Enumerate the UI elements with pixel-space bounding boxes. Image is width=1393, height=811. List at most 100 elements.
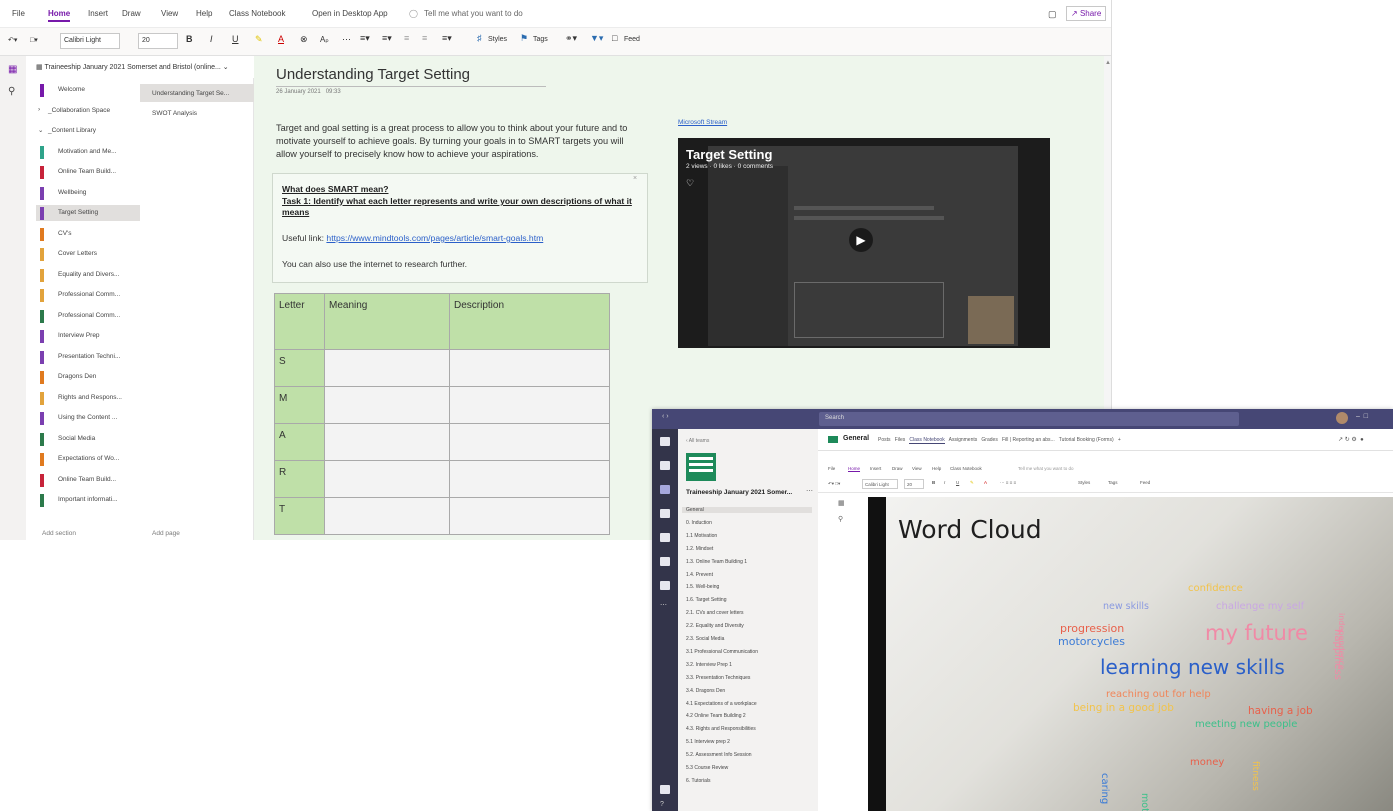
section-item[interactable]: Welcome	[36, 82, 140, 98]
tell-me-search[interactable]: Tell me what you want to do	[1018, 466, 1074, 471]
styles-icon[interactable]: ♯	[477, 33, 482, 43]
section-item[interactable]: Social Media	[36, 431, 140, 447]
section-item[interactable]: Dragons Den	[36, 369, 140, 385]
all-teams-link[interactable]: ‹ All teams	[686, 438, 709, 444]
search-icon[interactable]: ⚲	[838, 515, 843, 523]
section-item[interactable]: Wellbeing	[36, 185, 140, 201]
menu-draw[interactable]: Draw	[122, 9, 141, 18]
video-player[interactable]: Target Setting 2 views · 0 likes · 0 com…	[678, 138, 1050, 348]
heart-icon[interactable]: ♡	[686, 178, 694, 189]
tab-reporting[interactable]: Fill | Reporting an abs...	[1002, 437, 1055, 443]
more-apps-icon[interactable]: ⋯	[660, 601, 667, 609]
menu-home[interactable]: Home	[48, 9, 71, 22]
channel-item[interactable]: 1.2. Mindset	[686, 546, 713, 552]
menu-file[interactable]: File	[828, 466, 835, 471]
team-more-icon[interactable]: ⋯	[806, 487, 813, 495]
section-item[interactable]: Equality and Divers...	[36, 267, 140, 283]
section-item[interactable]: Presentation Techni...	[36, 349, 140, 365]
tags-icon[interactable]: ⚑	[520, 33, 528, 44]
align-icon[interactable]: ≡▾	[442, 33, 452, 44]
search-input[interactable]: Search	[819, 412, 1239, 426]
menu-class-notebook[interactable]: Class Notebook	[229, 9, 285, 18]
channel-item[interactable]: 5.2. Assessment Info Session	[686, 752, 752, 758]
nav-back-icon[interactable]: ‹ ›	[662, 413, 669, 420]
section-item[interactable]: Rights and Respons...	[36, 390, 140, 406]
menu-class-notebook[interactable]: Class Notebook	[950, 466, 982, 471]
letter-cell[interactable]: S	[274, 349, 325, 387]
menu-file[interactable]: File	[12, 9, 25, 18]
section-item[interactable]: Cover Letters	[36, 246, 140, 262]
font-color-icon[interactable]: A	[984, 480, 987, 485]
channel-item[interactable]: 1.5. Well-being	[686, 584, 719, 590]
dictate-icon[interactable]: ⚭▾	[565, 33, 577, 44]
notebooks-icon[interactable]: ▦	[838, 499, 845, 507]
comment-icon[interactable]: ▢	[1048, 9, 1057, 20]
menu-view[interactable]: View	[912, 466, 922, 471]
meaning-cell[interactable]	[324, 386, 450, 424]
channel-item[interactable]: 0. Induction	[686, 520, 712, 526]
font-size-select[interactable]: 20	[904, 479, 924, 489]
meaning-cell[interactable]	[324, 497, 450, 535]
search-icon[interactable]: ⚲	[8, 86, 15, 97]
italic-button[interactable]: I	[944, 480, 945, 485]
tab-class-notebook[interactable]: Class Notebook	[909, 437, 945, 444]
description-cell[interactable]	[449, 497, 610, 535]
notebook-selector[interactable]: ▦ Traineeship January 2021 Somerset and …	[26, 56, 254, 78]
mindtools-link[interactable]: https://www.mindtools.com/pages/article/…	[326, 233, 543, 243]
letter-cell[interactable]: A	[274, 423, 325, 461]
menu-help[interactable]: Help	[196, 9, 212, 18]
channel-item[interactable]: 2.1. CVs and cover letters	[686, 610, 744, 616]
section-item[interactable]: Expectations of Wo...	[36, 451, 140, 467]
bold-button[interactable]: B	[186, 34, 193, 44]
expand-chevron-icon[interactable]: ⌄	[38, 126, 43, 134]
assignments-icon[interactable]	[660, 509, 670, 518]
bold-button[interactable]: B	[932, 480, 935, 485]
styles-dropdown[interactable]: Styles	[1078, 480, 1090, 485]
close-icon[interactable]: ×	[633, 175, 637, 182]
channel-item[interactable]: 2.3. Social Media	[686, 636, 724, 642]
meaning-cell[interactable]	[324, 423, 450, 461]
menu-insert[interactable]: Insert	[870, 466, 881, 471]
channel-item[interactable]: 3.1 Professional Communication	[686, 649, 758, 655]
letter-cell[interactable]: R	[274, 460, 325, 498]
bullets-icon[interactable]: ≡▾	[360, 33, 370, 44]
section-item[interactable]: Online Team Build...	[36, 164, 140, 180]
play-icon[interactable]: ▶	[849, 228, 873, 252]
calendar-icon[interactable]	[660, 581, 670, 590]
menu-help[interactable]: Help	[932, 466, 941, 471]
letter-cell[interactable]: M	[274, 386, 325, 424]
highlight-icon[interactable]: ✎	[255, 34, 263, 45]
more-icon[interactable]: ⋯ ≡ ≡ ≡	[1000, 480, 1016, 486]
page-title[interactable]: Understanding Target Setting	[276, 66, 546, 87]
channel-item[interactable]: 1.1 Motivation	[686, 533, 717, 539]
word-cloud-slide[interactable]: Word Cloud new skills confidence challenge…	[868, 497, 1393, 811]
channel-item[interactable]: General	[682, 507, 812, 513]
channel-item[interactable]: 4.2 Online Team Building 2	[686, 713, 746, 719]
files-icon[interactable]	[660, 557, 670, 566]
page-item[interactable]: SWOT Analysis	[140, 104, 254, 122]
tab-assignments[interactable]: Assignments	[949, 437, 978, 443]
add-page-button[interactable]: Add page	[140, 524, 254, 540]
section-item[interactable]: Interview Prep	[36, 328, 140, 344]
undo-icon[interactable]: ↶▾ □▾	[828, 481, 840, 487]
tell-me-search[interactable]: Tell me what you want to do	[424, 9, 523, 18]
underline-button[interactable]: U	[232, 34, 239, 44]
letter-cell[interactable]: T	[274, 497, 325, 535]
intro-paragraph[interactable]: Target and goal setting is a great proce…	[276, 122, 646, 161]
channel-item[interactable]: 4.1 Expectations of a workplace	[686, 701, 757, 707]
share-button[interactable]: ↗ Share	[1066, 6, 1107, 21]
tags-dropdown[interactable]: Tags	[1108, 480, 1118, 485]
menu-draw[interactable]: Draw	[892, 466, 903, 471]
calls-icon[interactable]	[660, 533, 670, 542]
add-tab-icon[interactable]: +	[1118, 437, 1121, 443]
underline-button[interactable]: U	[956, 480, 959, 485]
description-cell[interactable]	[449, 349, 610, 387]
stream-link[interactable]: Microsoft Stream	[678, 119, 727, 126]
section-item[interactable]: ⌄ _Content Library	[36, 123, 140, 139]
section-item[interactable]: › _Collaboration Space	[36, 103, 140, 119]
channel-item[interactable]: 5.3 Course Review	[686, 765, 728, 771]
window-controls[interactable]: – □	[1356, 413, 1368, 420]
section-item[interactable]: Motivation and Me...	[36, 144, 140, 160]
section-item[interactable]: Important informati...	[36, 492, 140, 508]
channel-item[interactable]: 5.1 Interview prep 2	[686, 739, 730, 745]
